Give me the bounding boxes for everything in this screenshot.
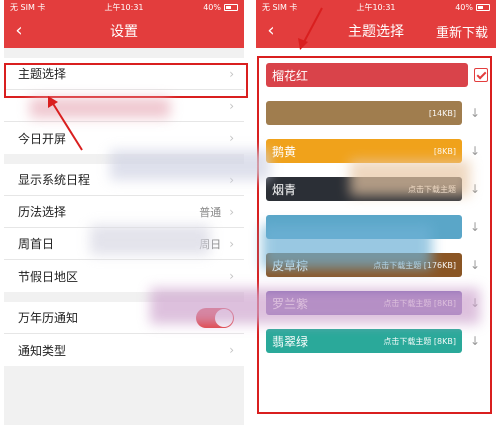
theme-swatch[interactable]: 榴花红 [266,63,468,87]
back-icon[interactable]: ‹ [4,14,34,48]
selected-check-icon[interactable] [474,68,488,82]
clock: 上午10:31 [104,2,144,12]
theme-row[interactable]: 榴花红 [256,56,496,94]
download-icon[interactable]: ↓ [462,144,488,158]
settings-row[interactable]: › [4,90,244,122]
settings-row[interactable]: 今日开屏 › [4,122,244,154]
settings-row-label: 今日开屏 [18,131,67,146]
theme-name: 翡翠绿 [272,334,309,349]
theme-name: 皮草棕 [272,258,309,273]
settings-group: 万年历通知通知类型 › [4,302,244,366]
theme-row[interactable]: 烟青 点击下载主题 ↓ [256,170,496,208]
theme-select-screen: 无 SIM 卡 上午10:31 40% ‹ 主题选择 重新下载 榴花红 [14KB… [256,0,496,425]
settings-row[interactable]: 通知类型 › [4,334,244,366]
chevron-right-icon: › [229,269,234,283]
download-icon[interactable]: ↓ [462,220,488,234]
settings-row-label: 主题选择 [18,67,67,81]
settings-row-label: 万年历通知 [18,311,79,325]
theme-row[interactable]: ↓ [256,208,496,246]
theme-swatch[interactable]: 烟青 点击下载主题 [266,177,462,201]
nav-bar: ‹ 主题选择 重新下载 [256,14,496,48]
theme-swatch[interactable]: 罗兰紫 点击下载主题 [8KB] [266,291,462,315]
settings-row[interactable]: 万年历通知 [4,302,244,334]
settings-row[interactable]: 主题选择 › [4,58,244,90]
theme-list: 榴花红 [14KB] ↓ 鹅黄 [8KB] ↓ 烟青 点击下载主题 ↓ ↓ 皮草棕 点击下载主题 [1… [256,56,496,360]
download-icon[interactable]: ↓ [462,296,488,310]
theme-swatch[interactable]: [14KB] [266,101,462,125]
theme-download-status: [8KB] [433,146,456,156]
status-bar: 无 SIM 卡 上午10:31 40% [4,0,244,14]
download-icon[interactable]: ↓ [462,334,488,348]
settings-screen: 无 SIM 卡 上午10:31 40% ‹ 设置 主题选择 › › 今日开屏 › 显示系统… [4,0,244,425]
redownload-button[interactable]: 重新下载 [436,22,488,41]
theme-swatch[interactable] [266,215,462,239]
theme-row[interactable]: 罗兰紫 点击下载主题 [8KB] ↓ [256,284,496,322]
theme-download-status: 点击下载主题 [8KB] [383,336,456,346]
chevron-right-icon: › [229,204,234,219]
theme-row[interactable]: [14KB] ↓ [256,94,496,132]
theme-row[interactable]: 皮草棕 点击下载主题 [176KB] ↓ [256,246,496,284]
settings-group: 主题选择 › › 今日开屏 › [4,58,244,154]
theme-row[interactable]: 翡翠绿 点击下载主题 [8KB] ↓ [256,322,496,360]
settings-row-label: 显示系统日程 [18,173,91,187]
battery-icon [224,3,238,11]
theme-swatch[interactable]: 翡翠绿 点击下载主题 [8KB] [266,329,462,353]
theme-name: 榴花红 [272,68,309,83]
settings-row[interactable]: 周首日 周日 › [4,228,244,260]
settings-row-label: 通知类型 [18,343,67,358]
theme-name: 罗兰紫 [272,296,309,311]
chevron-right-icon: › [229,343,234,357]
chevron-right-icon: › [229,236,234,251]
settings-group: 显示系统日程 › 历法选择 普通 › 周首日 周日 › 节假日地区 › [4,164,244,292]
theme-swatch[interactable]: 鹅黄 [8KB] [266,139,462,163]
settings-row[interactable]: 节假日地区 › [4,260,244,292]
theme-row[interactable]: 鹅黄 [8KB] ↓ [256,132,496,170]
chevron-right-icon: › [229,172,234,187]
page-title: 设置 [110,24,138,40]
nav-bar: ‹ 设置 [4,14,244,48]
download-icon[interactable]: ↓ [462,182,488,196]
theme-name: 烟青 [272,182,297,197]
status-bar: 无 SIM 卡 上午10:31 40% [256,0,496,14]
chevron-right-icon: › [229,66,234,81]
theme-download-status: 点击下载主题 [408,184,456,194]
back-icon[interactable]: ‹ [256,14,286,48]
settings-row[interactable]: 历法选择 普通 › [4,196,244,228]
theme-download-status: [14KB] [428,108,456,118]
settings-row-value: 周日 [199,237,222,251]
chevron-right-icon: › [229,98,234,113]
theme-download-status: 点击下载主题 [176KB] [373,260,456,270]
settings-row[interactable]: 显示系统日程 › [4,164,244,196]
chevron-right-icon: › [229,131,234,145]
battery-icon [476,3,490,11]
theme-download-status: 点击下载主题 [8KB] [383,298,456,308]
settings-row-label: 节假日地区 [18,269,79,284]
download-icon[interactable]: ↓ [462,258,488,272]
notification-toggle[interactable] [196,307,234,328]
theme-swatch[interactable]: 皮草棕 点击下载主题 [176KB] [266,253,462,277]
settings-row-label: 历法选择 [18,205,67,219]
theme-name: 鹅黄 [272,144,297,159]
download-icon[interactable]: ↓ [462,106,488,120]
settings-row-label: 周首日 [18,237,55,251]
clock: 上午10:31 [356,2,396,12]
settings-row-value: 普通 [199,205,222,219]
